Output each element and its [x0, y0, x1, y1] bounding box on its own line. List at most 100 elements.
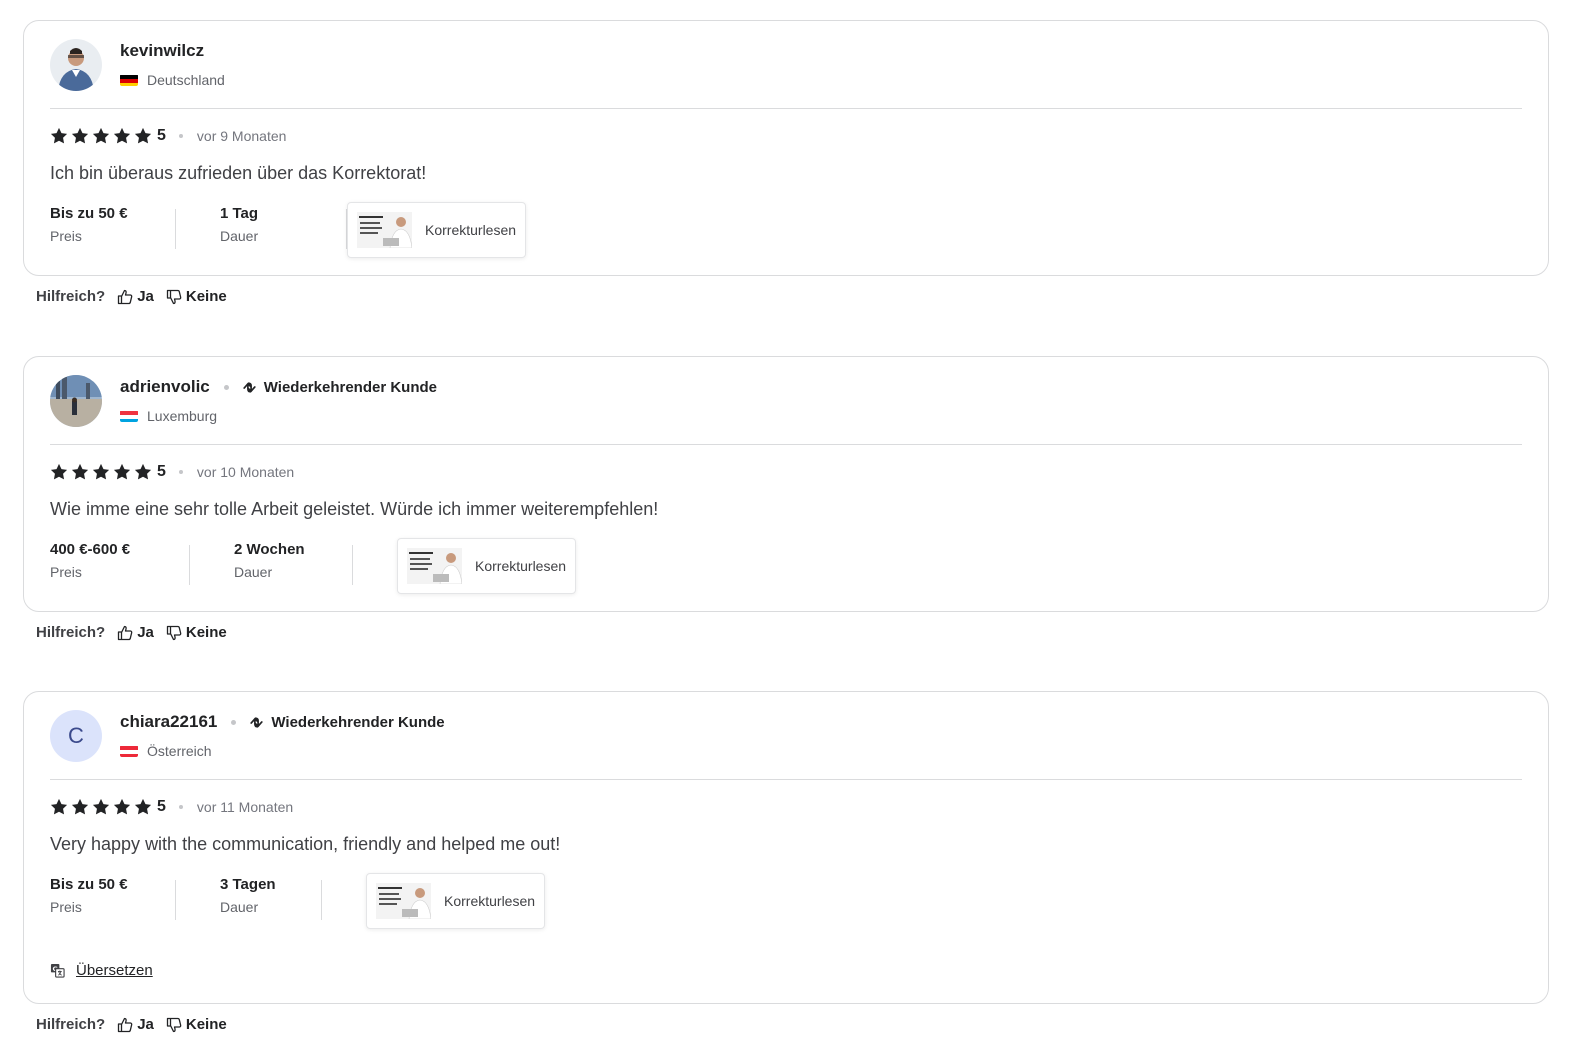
helpful-yes-button[interactable]: Ja — [117, 1016, 154, 1033]
star-icon — [71, 127, 89, 144]
helpful-no-label: Keine — [185, 624, 227, 641]
star-icon — [92, 127, 110, 144]
repeat-client-label: Wiederkehrender Kunde — [271, 713, 445, 731]
gig-label: Korrekturlesen — [475, 558, 567, 574]
country-name: Luxemburg — [147, 408, 218, 424]
repeat-client-label: Wiederkehrender Kunde — [263, 378, 438, 396]
username[interactable]: chiara22161 Wiederkehrender Kunde — [120, 712, 445, 732]
helpful-label: Hilfreich? — [36, 288, 106, 305]
helpful-label: Hilfreich? — [36, 624, 106, 641]
thumbs-down-icon — [166, 1017, 182, 1032]
star-icon — [50, 798, 68, 815]
helpful-yes-button[interactable]: Ja — [117, 288, 154, 305]
star-icon — [134, 463, 152, 480]
price-label: Preis — [50, 899, 82, 915]
star-rating — [50, 463, 152, 481]
order-meta: Bis zu 50 € Preis 1 Tag Dauer — [50, 203, 347, 259]
duration-label: Dauer — [220, 899, 259, 915]
review-time: vor 10 Monaten — [196, 464, 295, 480]
helpful-no-label: Keine — [185, 1016, 227, 1033]
separator-dot — [223, 384, 229, 390]
duration-value: 2 Wochen — [234, 541, 305, 558]
price-info: 400 €-600 € Preis — [50, 539, 189, 580]
avatar[interactable] — [50, 375, 102, 427]
thumbs-down-icon — [166, 289, 182, 304]
helpful-no-button[interactable]: Keine — [166, 288, 227, 305]
duration-label: Dauer — [234, 564, 273, 580]
gig-thumbnail — [376, 883, 431, 919]
duration-value: 1 Tag — [220, 205, 259, 222]
duration-label: Dauer — [220, 228, 259, 244]
star-icon — [71, 798, 89, 815]
helpful-yes-button[interactable]: Ja — [117, 624, 154, 641]
divider — [321, 880, 322, 920]
germany-flag-icon — [120, 74, 138, 86]
duration-info: 1 Tag Dauer — [220, 203, 346, 244]
divider — [175, 209, 176, 249]
gig-link[interactable]: Korrekturlesen — [397, 538, 576, 594]
rating-row: 5 vor 9 Monaten — [50, 127, 286, 145]
rating-value: 5 — [157, 127, 166, 144]
review-text: Very happy with the communication, frien… — [50, 834, 561, 854]
username-text[interactable]: kevinwilcz — [120, 41, 204, 61]
helpful-no-button[interactable]: Keine — [166, 624, 227, 641]
review-text: Ich bin überaus zufrieden über das Korre… — [50, 163, 427, 183]
star-icon — [92, 798, 110, 815]
username[interactable]: kevinwilcz — [120, 41, 204, 61]
helpful-no-label: Keine — [185, 288, 227, 305]
price-value: 400 €-600 € — [50, 541, 131, 558]
order-meta: 400 €-600 € Preis 2 Wochen Dauer — [50, 539, 353, 595]
helpful-yes-label: Ja — [137, 288, 154, 305]
country: Österreich — [120, 743, 212, 759]
avatar-initial: C — [68, 723, 84, 748]
star-icon — [71, 463, 89, 480]
review-card: adrienvolic Wiederkehrender Kunde Luxemb… — [23, 356, 1549, 612]
luxembourg-flag-icon — [120, 410, 138, 422]
gig-link[interactable]: Korrekturlesen — [347, 202, 526, 258]
review-card: C chiara22161 Wiederkehrender Kunde Öste… — [23, 691, 1549, 1004]
repeat-client-badge: Wiederkehrender Kunde — [248, 713, 445, 731]
repeat-icon — [243, 381, 256, 393]
review-time: vor 9 Monaten — [196, 128, 287, 144]
translate-link[interactable]: G Übersetzen — [50, 962, 153, 979]
separator-dot — [178, 134, 183, 138]
order-meta: Bis zu 50 € Preis 3 Tagen Dauer — [50, 874, 322, 930]
review-time: vor 11 Monaten — [196, 799, 294, 815]
rating-row: 5 vor 10 Monaten — [50, 463, 294, 481]
rating-row: 5 vor 11 Monaten — [50, 798, 293, 816]
price-label: Preis — [50, 228, 82, 244]
price-info: Bis zu 50 € Preis — [50, 874, 175, 915]
helpful-row: Hilfreich? Ja Keine — [36, 1016, 227, 1033]
divider — [50, 108, 1522, 109]
duration-value: 3 Tagen — [220, 876, 276, 893]
divider — [175, 880, 176, 920]
country: Luxemburg — [120, 408, 217, 424]
repeat-icon — [250, 716, 264, 728]
username-text[interactable]: chiara22161 — [120, 712, 217, 732]
avatar[interactable]: C — [50, 710, 102, 762]
star-icon — [113, 798, 131, 815]
divider — [50, 779, 1522, 780]
star-icon — [92, 463, 110, 480]
price-value: Bis zu 50 € — [50, 876, 128, 893]
star-rating — [50, 127, 152, 145]
country-name: Deutschland — [147, 72, 225, 88]
gig-label: Korrekturlesen — [425, 222, 517, 238]
rating-value: 5 — [157, 798, 166, 815]
username[interactable]: adrienvolic Wiederkehrender Kunde — [120, 377, 437, 397]
helpful-no-button[interactable]: Keine — [166, 1016, 227, 1033]
gig-thumbnail — [407, 548, 462, 584]
username-text[interactable]: adrienvolic — [120, 377, 210, 397]
divider — [189, 545, 190, 585]
review-text: Wie imme eine sehr tolle Arbeit geleiste… — [50, 499, 659, 519]
star-icon — [50, 127, 68, 144]
price-label: Preis — [50, 564, 82, 580]
country-name: Österreich — [147, 743, 212, 759]
separator-dot — [178, 470, 183, 474]
gig-link[interactable]: Korrekturlesen — [366, 873, 545, 929]
helpful-row: Hilfreich? Ja Keine — [36, 624, 227, 641]
helpful-row: Hilfreich? Ja Keine — [36, 288, 227, 305]
price-info: Bis zu 50 € Preis — [50, 203, 175, 244]
gig-label: Korrekturlesen — [444, 893, 536, 909]
avatar[interactable] — [50, 39, 102, 91]
